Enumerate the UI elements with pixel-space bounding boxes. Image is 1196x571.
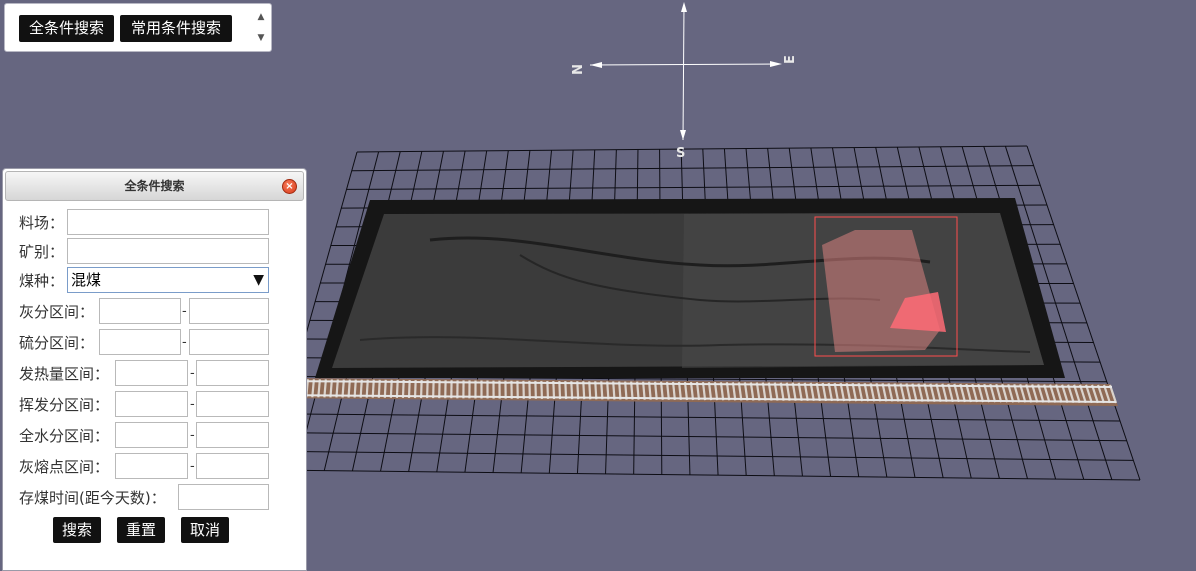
mine-label: 矿别： xyxy=(19,243,65,261)
ash-fusion-min-input[interactable] xyxy=(115,453,188,479)
compass-arrow-up xyxy=(681,2,687,12)
volatile-range-separator: - xyxy=(190,397,195,412)
yard-input[interactable] xyxy=(67,209,269,235)
compass-arrow-left xyxy=(590,62,602,68)
heat-range-label: 发热量区间： xyxy=(19,365,110,383)
moisture-range-label: 全水分区间： xyxy=(19,427,110,445)
sulfur-range-separator: - xyxy=(182,335,187,350)
yard-label: 料场： xyxy=(19,214,65,232)
storage-time-label: 存煤时间(距今天数)： xyxy=(19,489,166,507)
heat-max-input[interactable] xyxy=(196,360,269,386)
moisture-min-input[interactable] xyxy=(115,422,188,448)
all-condition-search-dialog: 全条件搜索 × 料场： 矿别： 煤种： 混煤 ▼ 灰分区间： - 硫分区间： -… xyxy=(2,168,307,571)
cancel-button[interactable]: 取消 xyxy=(181,517,229,543)
ash-min-input[interactable] xyxy=(99,298,181,324)
heat-range-separator: - xyxy=(190,366,195,381)
ash-range-separator: - xyxy=(182,304,187,319)
close-icon[interactable]: × xyxy=(282,179,297,194)
scroll-down-icon[interactable]: ▼ xyxy=(254,28,268,49)
ash-fusion-max-input[interactable] xyxy=(196,453,269,479)
compass-horizontal-axis xyxy=(589,63,781,66)
dialog-header[interactable]: 全条件搜索 × xyxy=(5,171,304,201)
coal-type-value: 混煤 xyxy=(71,271,102,289)
search-toolbar: 全条件搜索 常用条件搜索 ▲ ▼ xyxy=(4,3,272,52)
storage-days-input[interactable] xyxy=(178,484,269,510)
heat-min-input[interactable] xyxy=(115,360,188,386)
sulfur-max-input[interactable] xyxy=(189,329,269,355)
compass-south-label: S xyxy=(676,146,685,161)
reset-button[interactable]: 重置 xyxy=(117,517,165,543)
coal-type-select[interactable]: 混煤 ▼ xyxy=(67,267,269,293)
compass-north-label: N xyxy=(568,64,583,75)
volatile-min-input[interactable] xyxy=(115,391,188,417)
moisture-max-input[interactable] xyxy=(196,422,269,448)
ash-fusion-range-label: 灰熔点区间： xyxy=(19,458,110,476)
search-button[interactable]: 搜索 xyxy=(53,517,101,543)
dialog-title: 全条件搜索 xyxy=(124,179,185,193)
volatile-range-label: 挥发分区间： xyxy=(19,396,110,414)
moisture-range-separator: - xyxy=(190,428,195,443)
ash-range-label: 灰分区间： xyxy=(19,303,95,321)
sulfur-min-input[interactable] xyxy=(99,329,181,355)
mine-input[interactable] xyxy=(67,238,269,264)
sulfur-range-label: 硫分区间： xyxy=(19,334,95,352)
common-condition-search-button[interactable]: 常用条件搜索 xyxy=(120,15,232,42)
volatile-max-input[interactable] xyxy=(196,391,269,417)
ash-max-input[interactable] xyxy=(189,298,269,324)
compass-arrow-right xyxy=(770,61,782,67)
scroll-up-icon[interactable]: ▲ xyxy=(254,7,268,28)
ash-fusion-range-separator: - xyxy=(190,459,195,474)
dropdown-caret-icon: ▼ xyxy=(253,272,264,288)
compass-arrow-down xyxy=(680,130,686,140)
coal-type-label: 煤种： xyxy=(19,272,65,290)
compass-east-label: E xyxy=(783,55,798,64)
toolbar-scrollbar[interactable]: ▲ ▼ xyxy=(254,7,268,49)
compass-vertical-axis xyxy=(682,3,685,141)
all-condition-search-button[interactable]: 全条件搜索 xyxy=(19,15,114,42)
